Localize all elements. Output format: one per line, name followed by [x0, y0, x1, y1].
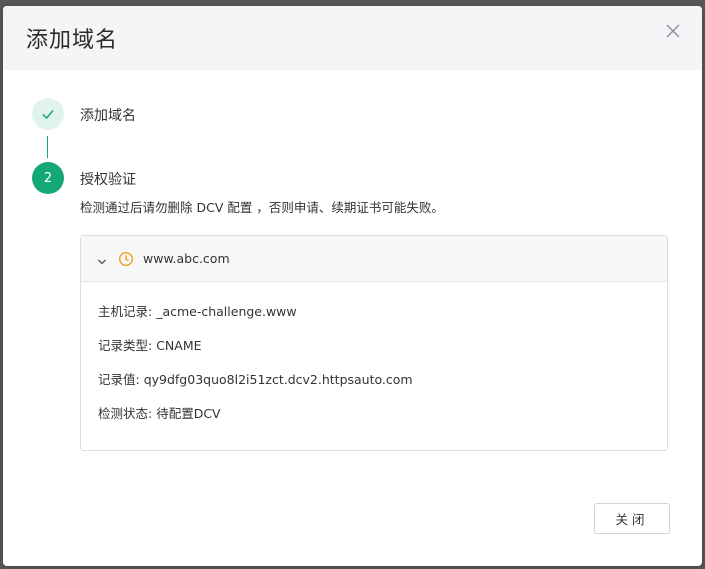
step-2-description: 检测通过后请勿删除 DCV 配置 ，否则申请、续期证书可能失败。	[80, 200, 444, 215]
record-status: 检测状态: 待配置DCV	[98, 403, 221, 422]
add-domain-dialog: 添加域名 添加域名 2 授权验证 检测通过后请勿删除 DCV 配置 ，否则申请、…	[3, 6, 702, 566]
dialog-title: 添加域名	[26, 28, 119, 53]
record-type-value: CNAME	[152, 338, 202, 353]
check-icon	[42, 110, 54, 120]
step-2-title: 授权验证	[80, 172, 136, 188]
record-type-label: 记录类型:	[98, 338, 153, 353]
step-connector	[47, 136, 48, 158]
record-value-label: 记录值:	[98, 372, 140, 387]
close-button[interactable]: 关闭	[594, 503, 670, 534]
dcv-panel-header[interactable]: www.abc.com	[81, 236, 667, 282]
record-value-value: qy9dfg03quo8l2i51zct.dcv2.httpsauto.com	[139, 372, 413, 387]
dcv-record-panel: www.abc.com 主机记录: _acme-challenge.www 记录…	[80, 235, 668, 451]
record-host: 主机记录: _acme-challenge.www	[98, 301, 297, 320]
dialog-header: 添加域名	[3, 6, 702, 70]
step-2-number: 2	[43, 170, 53, 186]
close-icon[interactable]	[666, 24, 682, 40]
record-host-label: 主机记录:	[98, 304, 153, 319]
record-type: 记录类型: CNAME	[98, 335, 202, 354]
record-status-label: 检测状态:	[98, 406, 153, 421]
record-host-value: _acme-challenge.www	[152, 304, 297, 319]
record-value: 记录值: qy9dfg03quo8l2i51zct.dcv2.httpsauto…	[98, 369, 413, 388]
dcv-domain: www.abc.com	[143, 251, 230, 266]
step-2-indicator: 2	[32, 162, 64, 194]
record-status-value: 待配置DCV	[152, 406, 221, 421]
step-1-title: 添加域名	[80, 108, 136, 124]
chevron-down-icon[interactable]	[96, 253, 108, 265]
step-1-indicator	[32, 98, 64, 130]
clock-icon	[118, 251, 134, 267]
